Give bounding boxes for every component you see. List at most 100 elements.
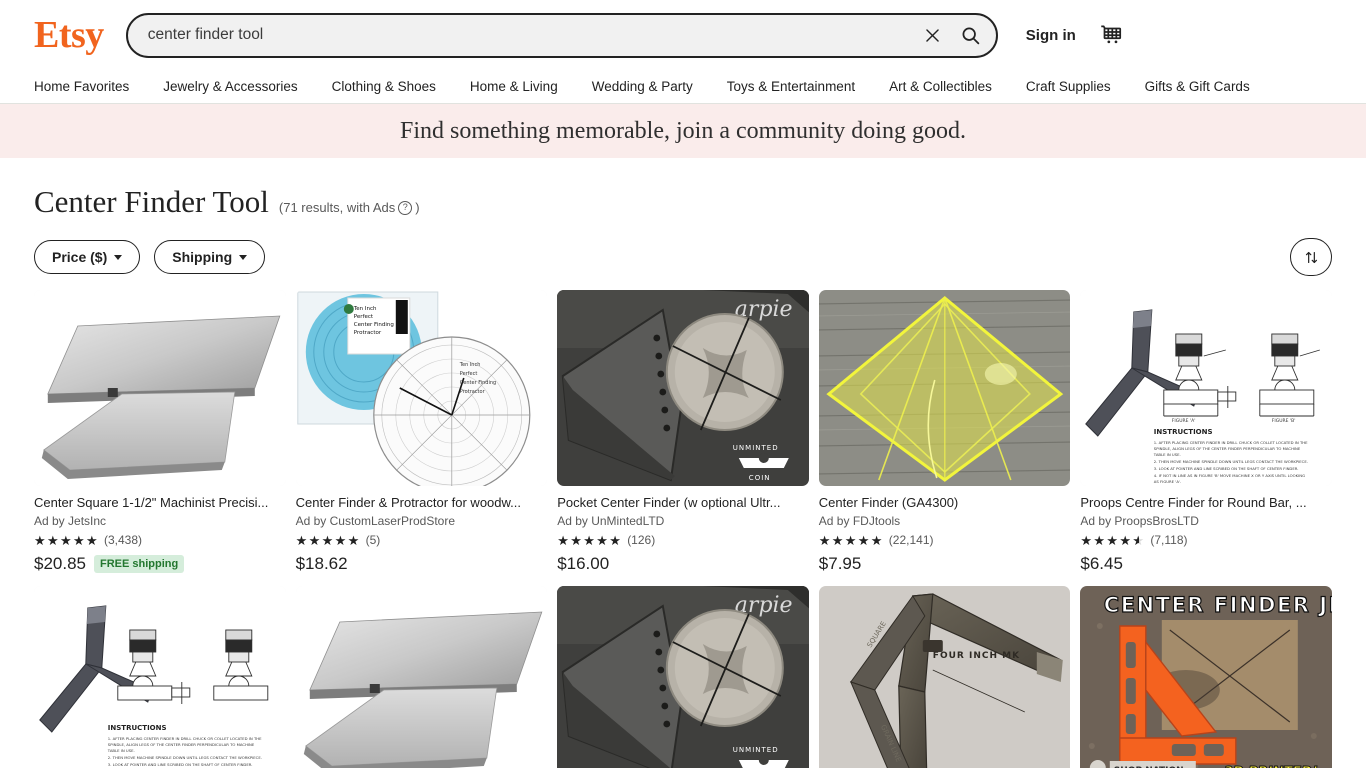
product-image[interactable]: FOUR INCH MK SQUARE GRAIN LINE [818, 586, 1071, 768]
product-ad-by: Ad by ProopsBrosLTD [1080, 514, 1199, 529]
cart-button[interactable] [1098, 22, 1124, 48]
product-card[interactable]: Center Finder (GA4300) Ad by FDJtools ★ ★… [818, 290, 1071, 574]
product-title[interactable]: Center Square 1-1/2" Machinist Precisi..… [34, 495, 286, 511]
product-image[interactable] [34, 290, 286, 486]
search-input[interactable] [147, 26, 914, 44]
nav-item-home-favorites[interactable]: Home Favorites [34, 73, 129, 100]
product-price: $6.45 [1080, 554, 1123, 574]
product-image[interactable]: FIGURE 'A' FIGURE 'B' INSTRUCTIONS 1. AF… [1080, 290, 1332, 486]
product-image[interactable] [818, 290, 1071, 486]
product-card[interactable]: CENTER FINDER JIG 3D PRINTED! SHOP NATIO… [1080, 586, 1332, 768]
nav-item-wedding-party[interactable]: Wedding & Party [592, 73, 693, 100]
svg-text:CENTER FINDER JIG: CENTER FINDER JIG [1104, 593, 1332, 617]
product-price: $7.95 [818, 554, 862, 574]
svg-text:FIGURE 'B': FIGURE 'B' [1272, 418, 1296, 424]
svg-text:3. LOOK AT POINTER AND LINE SC: 3. LOOK AT POINTER AND LINE SCRIBED ON T… [108, 762, 253, 767]
product-title[interactable]: Pocket Center Finder (w optional Ultr... [557, 495, 809, 511]
product-card[interactable]: Center Square 1-1/2" Machinist Precisi..… [34, 290, 286, 574]
star-rating-icon: ★ ★ ★ ★ ★ ★ ★ ★ ★ ★ [34, 532, 98, 548]
svg-text:COIN: COIN [749, 474, 771, 482]
svg-text:FIGURE 'A': FIGURE 'A' [1172, 418, 1196, 424]
product-review-count: (126) [627, 533, 656, 548]
nav-item-toys-entertainment[interactable]: Toys & Entertainment [727, 73, 855, 100]
star-rating-icon: ★ ★ ★ ★ ★ ★ ★ ★ ★ ★ [1080, 532, 1145, 548]
product-review-count: (5) [365, 533, 381, 548]
product-card[interactable]: arpie UNMINTED COIN Pocket Center Finder… [557, 290, 809, 574]
svg-text:TABLE IN USE.: TABLE IN USE. [107, 748, 135, 753]
product-review-count: (3,438) [104, 533, 143, 548]
product-image[interactable] [295, 586, 548, 768]
results-count-text: (71 results, with Ads [278, 200, 396, 215]
star-rating-icon: ★ ★ ★ ★ ★ ★ ★ ★ ★ ★ [295, 532, 360, 548]
promo-banner-text: Find something memorable, join a communi… [400, 117, 966, 144]
product-grid: Center Square 1-1/2" Machinist Precisi..… [0, 276, 1366, 768]
svg-text:1. AFTER PLACING CENTER FINDER: 1. AFTER PLACING CENTER FINDER IN DRILL … [108, 736, 262, 741]
product-price: $20.85 [34, 554, 86, 574]
product-rating: ★ ★ ★ ★ ★ ★ ★ ★ ★ ★ (5) [296, 533, 548, 547]
product-price-row: $16.00 [557, 554, 809, 574]
svg-text:Center Finding: Center Finding [353, 322, 393, 328]
product-price-row: $18.62 [296, 554, 548, 574]
product-ad-by: Ad by JetsInc [34, 514, 107, 529]
svg-text:3. LOOK AT POINTER AND LINE SC: 3. LOOK AT POINTER AND LINE SCRIBED ON T… [1154, 466, 1299, 471]
product-card[interactable]: arpie UNMINTED [557, 586, 809, 768]
product-review-count: (22,141) [888, 533, 934, 548]
product-price-row: $20.85 FREE shipping [34, 554, 286, 574]
results-count-suffix: ) [415, 200, 420, 215]
search-bar[interactable] [125, 12, 998, 58]
price-filter-button[interactable]: Price ($) [34, 240, 141, 274]
category-nav: Home Favorites Jewelry & Accessories Clo… [0, 70, 1366, 104]
product-price: $16.00 [557, 554, 610, 574]
svg-text:4. IF NOT IN LINE AS IN FIGURE: 4. IF NOT IN LINE AS IN FIGURE 'B' MOVE … [1154, 473, 1305, 478]
product-rating: ★ ★ ★ ★ ★ ★ ★ ★ ★ ★ (3,438) [34, 533, 286, 547]
svg-text:FOUR INCH MK: FOUR INCH MK [933, 651, 1020, 661]
sign-in-button[interactable]: Sign in [1026, 27, 1076, 44]
svg-text:Perfect: Perfect [459, 371, 477, 377]
cart-icon [1101, 25, 1121, 44]
svg-text:UNMINTED: UNMINTED [733, 444, 779, 452]
nav-item-art-collectibles[interactable]: Art & Collectibles [889, 73, 992, 100]
product-image[interactable]: Ten Inch Perfect Center Finding Protract… [295, 290, 548, 486]
product-ad-by: Ad by UnMintedLTD [557, 514, 665, 529]
product-title[interactable]: Center Finder & Protractor for woodw... [296, 495, 548, 511]
svg-text:TABLE IN USE.: TABLE IN USE. [1153, 452, 1181, 457]
filter-bar: Price ($) Shipping [0, 220, 1366, 276]
product-image[interactable]: arpie UNMINTED [557, 586, 809, 768]
nav-item-clothing-shoes[interactable]: Clothing & Shoes [332, 73, 436, 100]
product-image[interactable]: CENTER FINDER JIG 3D PRINTED! SHOP NATIO… [1080, 586, 1332, 768]
search-icon[interactable] [952, 16, 990, 54]
chevron-down-icon [239, 254, 248, 260]
product-card[interactable]: FOUR INCH MK SQUARE GRAIN LINE [818, 586, 1071, 768]
product-card[interactable]: FIGURE 'A' FIGURE 'B' INSTRUCTIONS 1. AF… [1080, 290, 1332, 574]
product-image[interactable]: INSTRUCTIONS 1. AFTER PLACING CENTER FIN… [34, 586, 286, 768]
svg-text:AS FIGURE 'A'.: AS FIGURE 'A'. [1154, 479, 1181, 484]
clear-search-icon[interactable] [914, 16, 952, 54]
product-title[interactable]: Proops Centre Finder for Round Bar, ... [1080, 495, 1332, 511]
product-card[interactable]: Ten Inch Perfect Center Finding Protract… [295, 290, 548, 574]
svg-text:Protractor: Protractor [353, 330, 381, 336]
product-image[interactable]: arpie UNMINTED COIN [557, 290, 809, 486]
nav-item-craft-supplies[interactable]: Craft Supplies [1026, 73, 1111, 100]
product-price-row: $7.95 [819, 554, 1071, 574]
nav-item-gifts-gift-cards[interactable]: Gifts & Gift Cards [1145, 73, 1250, 100]
shipping-filter-label: Shipping [172, 249, 233, 265]
nav-item-home-living[interactable]: Home & Living [470, 73, 558, 100]
svg-text:UNMINTED: UNMINTED [733, 746, 779, 754]
svg-text:Ten Inch: Ten Inch [458, 362, 480, 368]
nav-item-jewelry-accessories[interactable]: Jewelry & Accessories [163, 73, 297, 100]
product-price: $18.62 [295, 554, 348, 574]
svg-text:2. THEN MOVE MACHINE SPINDLE D: 2. THEN MOVE MACHINE SPINDLE DOWN UNTIL … [108, 755, 262, 760]
help-icon[interactable]: ? [398, 200, 413, 215]
svg-text:1. AFTER PLACING CENTER FINDER: 1. AFTER PLACING CENTER FINDER IN DRILL … [1154, 440, 1308, 445]
product-card[interactable]: INSTRUCTIONS 1. AFTER PLACING CENTER FIN… [34, 586, 286, 768]
svg-text:2. THEN MOVE MACHINE SPINDLE D: 2. THEN MOVE MACHINE SPINDLE DOWN UNTIL … [1154, 459, 1308, 464]
etsy-logo[interactable]: Etsy [34, 16, 104, 54]
sort-button[interactable] [1290, 238, 1332, 276]
product-rating: ★ ★ ★ ★ ★ ★ ★ ★ ★ ★ (126) [557, 533, 809, 547]
shipping-filter-button[interactable]: Shipping [154, 240, 266, 274]
sort-arrows-icon [1305, 251, 1317, 263]
product-title[interactable]: Center Finder (GA4300) [819, 495, 1071, 511]
product-card[interactable] [295, 586, 548, 768]
product-review-count: (7,118) [1150, 533, 1188, 548]
svg-text:INSTRUCTIONS: INSTRUCTIONS [1154, 428, 1213, 436]
